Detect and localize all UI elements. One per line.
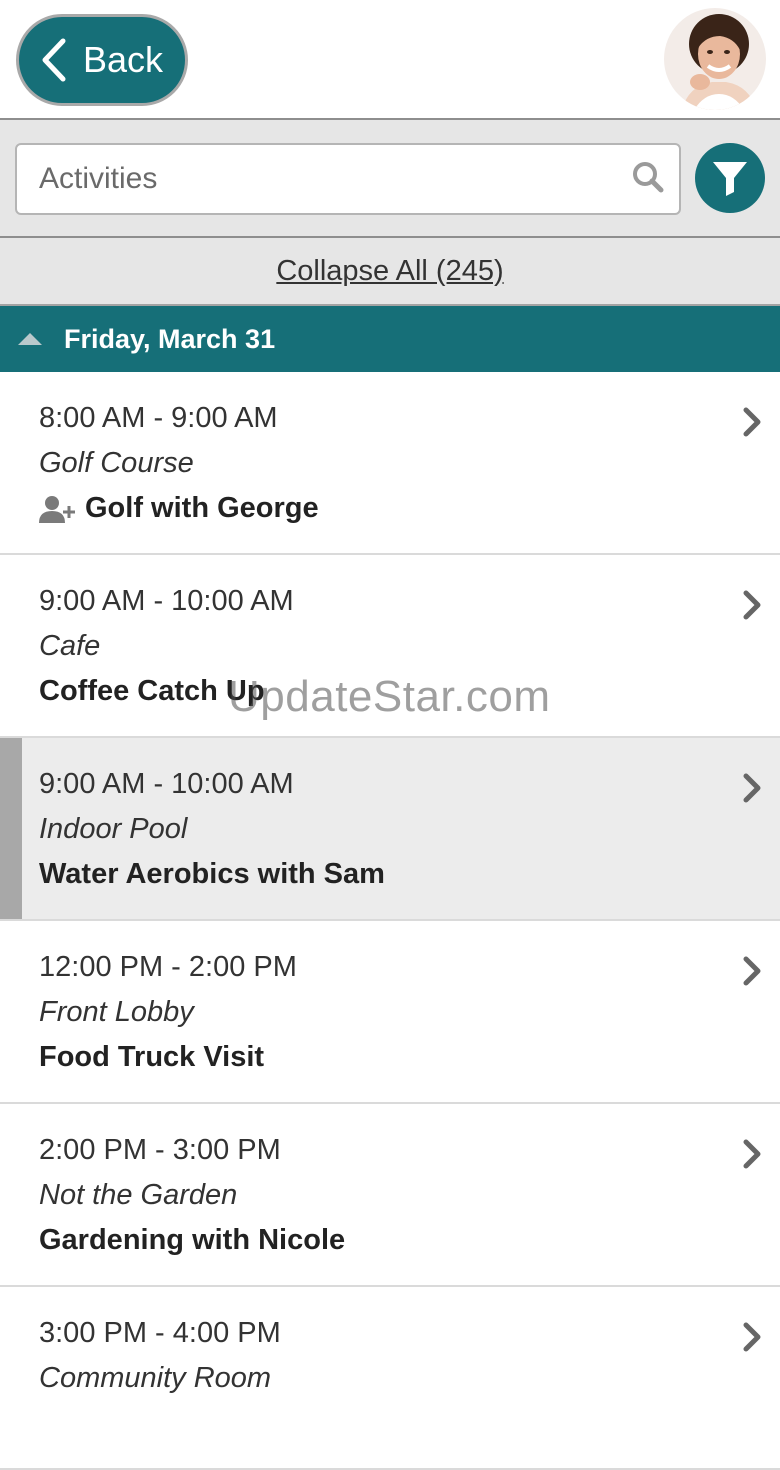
activity-title-row: Water Aerobics with Sam (39, 858, 385, 891)
activity-title: Coffee Catch Up (39, 675, 265, 707)
day-title: Friday, March 31 (64, 323, 276, 354)
activity-item[interactable]: 8:00 AM - 9:00 AM Golf Course Golf with … (0, 372, 780, 555)
chevron-right-icon (743, 1139, 761, 1169)
back-button[interactable]: Back (16, 14, 188, 106)
back-button-label: Back (83, 39, 164, 80)
activity-item[interactable]: 2:00 PM - 3:00 PM Not the Garden Gardeni… (0, 1104, 780, 1287)
user-photo-icon (664, 8, 766, 110)
filter-icon (713, 162, 747, 196)
chevron-right-icon (743, 773, 761, 803)
chevron-left-icon (42, 38, 66, 82)
collapse-all-link[interactable]: Collapse All (245) (276, 255, 503, 288)
activity-title: Food Truck Visit (39, 1041, 265, 1073)
activity-title-row: Coffee Catch Up (39, 675, 265, 708)
activity-time: 8:00 AM - 9:00 AM (39, 402, 278, 434)
activity-location: Community Room (39, 1362, 272, 1394)
search-box[interactable] (15, 143, 681, 215)
activity-title-row: Golf with George (39, 492, 319, 525)
collapse-bar: Collapse All (245) (0, 238, 780, 306)
activity-location: Indoor Pool (39, 813, 188, 845)
chevron-right-icon (743, 1322, 761, 1352)
activity-location: Golf Course (39, 447, 194, 479)
day-header[interactable]: Friday, March 31 (0, 306, 780, 372)
activity-title-row: Gardening with Nicole (39, 1224, 345, 1257)
activity-item[interactable]: 9:00 AM - 10:00 AM Cafe Coffee Catch Up (0, 555, 780, 738)
top-bar: Back (0, 0, 780, 120)
activity-title-row: Food Truck Visit (39, 1041, 264, 1074)
activity-location: Not the Garden (39, 1179, 238, 1211)
activity-title: Water Aerobics with Sam (39, 858, 385, 890)
search-bar (0, 120, 780, 238)
activity-time: 9:00 AM - 10:00 AM (39, 768, 294, 800)
chevron-right-icon (743, 590, 761, 620)
activity-time: 3:00 PM - 4:00 PM (39, 1317, 281, 1349)
avatar[interactable] (664, 8, 766, 110)
activity-item[interactable]: 12:00 PM - 2:00 PM Front Lobby Food Truc… (0, 921, 780, 1104)
activity-time: 2:00 PM - 3:00 PM (39, 1134, 281, 1166)
activity-title: Gardening with Nicole (39, 1224, 346, 1256)
activity-item-selected[interactable]: 9:00 AM - 10:00 AM Indoor Pool Water Aer… (0, 738, 780, 921)
search-input[interactable] (39, 157, 619, 201)
activity-time: 12:00 PM - 2:00 PM (39, 951, 297, 983)
activity-list: 8:00 AM - 9:00 AM Golf Course Golf with … (0, 372, 780, 1470)
activity-location: Front Lobby (39, 996, 194, 1028)
add-guest-icon (39, 495, 75, 523)
activity-title: Golf with George (85, 492, 319, 524)
chevron-right-icon (743, 956, 761, 986)
caret-up-icon (18, 333, 42, 345)
filter-button[interactable] (695, 143, 765, 213)
chevron-right-icon (743, 407, 761, 437)
search-icon[interactable] (631, 160, 665, 194)
activity-time: 9:00 AM - 10:00 AM (39, 585, 294, 617)
activity-item[interactable]: 3:00 PM - 4:00 PM Community Room (0, 1287, 780, 1470)
activity-location: Cafe (39, 630, 101, 662)
